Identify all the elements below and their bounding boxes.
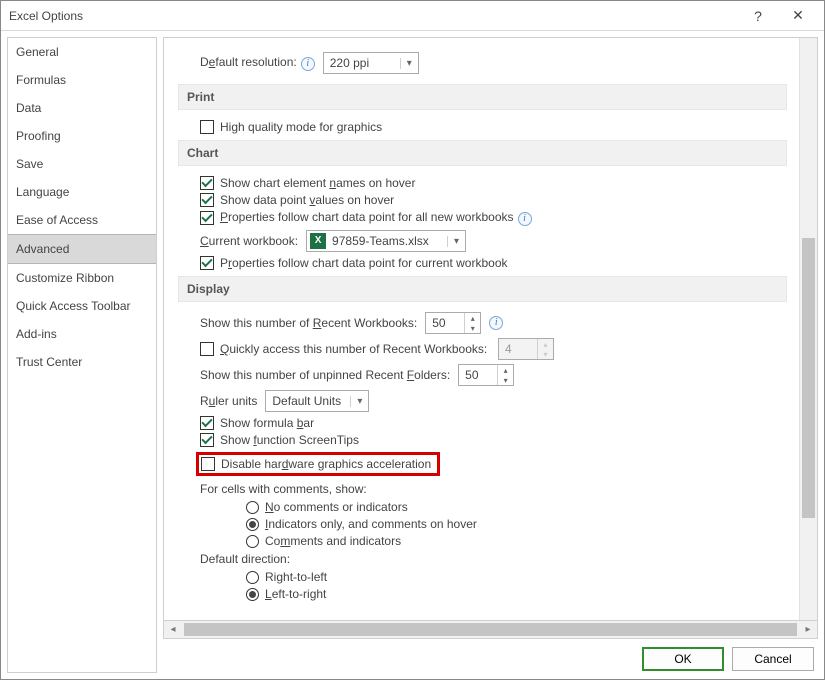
- sidebar-item-customize-ribbon[interactable]: Customize Ribbon: [8, 264, 156, 292]
- rad-ltr[interactable]: Left-to-right: [246, 587, 787, 601]
- sidebar-item-quick-access-toolbar[interactable]: Quick Access Toolbar: [8, 292, 156, 320]
- cancel-button[interactable]: Cancel: [732, 647, 814, 671]
- excel-options-dialog: Excel Options ? ✕ General Formulas Data …: [0, 0, 825, 680]
- hw-accel-highlight: Disable hardware graphics acceleration: [196, 452, 440, 476]
- ok-button[interactable]: OK: [642, 647, 724, 671]
- ruler-units-label: Ruler units: [200, 394, 257, 408]
- scroll-thumb[interactable]: [184, 623, 797, 636]
- recent-folders-label: Show this number of unpinned Recent Fold…: [200, 368, 450, 382]
- close-button[interactable]: ✕: [778, 7, 818, 24]
- chk-data-point-values[interactable]: Show data point values on hover: [200, 193, 787, 207]
- scroll-right-icon[interactable]: ▸: [799, 621, 817, 638]
- ruler-units-combo[interactable]: Default Units ▾: [265, 390, 369, 412]
- sidebar-item-trust-center[interactable]: Trust Center: [8, 348, 156, 376]
- rad-indicators-only[interactable]: Indicators only, and comments on hover: [246, 517, 787, 531]
- sidebar-item-add-ins[interactable]: Add-ins: [8, 320, 156, 348]
- excel-icon: X: [310, 233, 326, 249]
- section-display: Display: [178, 276, 787, 302]
- recent-workbooks-spin[interactable]: 50 ▴▾: [425, 312, 481, 334]
- chk-disable-hw-accel[interactable]: Disable hardware graphics acceleration: [201, 457, 431, 471]
- info-icon[interactable]: i: [518, 212, 532, 226]
- default-resolution-combo[interactable]: 220 ppi ▾: [323, 52, 419, 74]
- quick-access-count-spin: 4 ▴▾: [498, 338, 554, 360]
- rad-no-comments[interactable]: No comments or indicators: [246, 500, 787, 514]
- scroll-left-icon[interactable]: ◂: [164, 621, 182, 638]
- category-sidebar: General Formulas Data Proofing Save Lang…: [7, 37, 157, 673]
- default-resolution-label: Default resolution:i: [200, 55, 315, 71]
- current-workbook-label: Current workbook:: [200, 234, 298, 248]
- rad-rtl[interactable]: Right-to-left: [246, 570, 787, 584]
- chk-props-all-workbooks[interactable]: Properties follow chart data point for a…: [200, 210, 787, 226]
- sidebar-item-ease-of-access[interactable]: Ease of Access: [8, 206, 156, 234]
- window-title: Excel Options: [9, 9, 738, 23]
- chk-chart-element-names[interactable]: Show chart element names on hover: [200, 176, 787, 190]
- chk-function-screentips[interactable]: Show function ScreenTips: [200, 433, 787, 447]
- scroll-thumb[interactable]: [802, 238, 815, 518]
- section-print: Print: [178, 84, 787, 110]
- chk-props-current-workbook[interactable]: Properties follow chart data point for c…: [200, 256, 787, 270]
- chk-high-quality-graphics[interactable]: High quality mode for graphics: [200, 120, 787, 134]
- vertical-scrollbar[interactable]: [799, 38, 817, 620]
- titlebar: Excel Options ? ✕: [1, 1, 824, 31]
- info-icon[interactable]: i: [489, 316, 503, 330]
- sidebar-item-formulas[interactable]: Formulas: [8, 66, 156, 94]
- section-chart: Chart: [178, 140, 787, 166]
- chevron-down-icon: ▾: [447, 236, 465, 247]
- rad-comments-and-indicators[interactable]: Comments and indicators: [246, 534, 787, 548]
- current-workbook-combo[interactable]: X 97859-Teams.xlsx ▾: [306, 230, 466, 252]
- sidebar-item-advanced[interactable]: Advanced: [8, 234, 156, 264]
- help-button[interactable]: ?: [738, 8, 778, 24]
- sidebar-item-data[interactable]: Data: [8, 94, 156, 122]
- horizontal-scrollbar[interactable]: ◂ ▸: [163, 621, 818, 639]
- recent-folders-spin[interactable]: 50 ▴▾: [458, 364, 514, 386]
- info-icon[interactable]: i: [301, 57, 315, 71]
- chk-formula-bar[interactable]: Show formula bar: [200, 416, 787, 430]
- recent-workbooks-label: Show this number of Recent Workbooks:: [200, 316, 417, 330]
- chk-quick-access-recent[interactable]: Quickly access this number of Recent Wor…: [200, 338, 787, 360]
- sidebar-item-general[interactable]: General: [8, 38, 156, 66]
- sidebar-item-save[interactable]: Save: [8, 150, 156, 178]
- default-direction-label: Default direction:: [200, 552, 787, 566]
- chevron-down-icon: ▾: [400, 58, 418, 69]
- chevron-down-icon: ▾: [350, 396, 368, 407]
- sidebar-item-language[interactable]: Language: [8, 178, 156, 206]
- options-content: Default resolution:i 220 ppi ▾ Print Hig…: [163, 37, 818, 621]
- sidebar-item-proofing[interactable]: Proofing: [8, 122, 156, 150]
- comments-show-label: For cells with comments, show:: [200, 482, 787, 496]
